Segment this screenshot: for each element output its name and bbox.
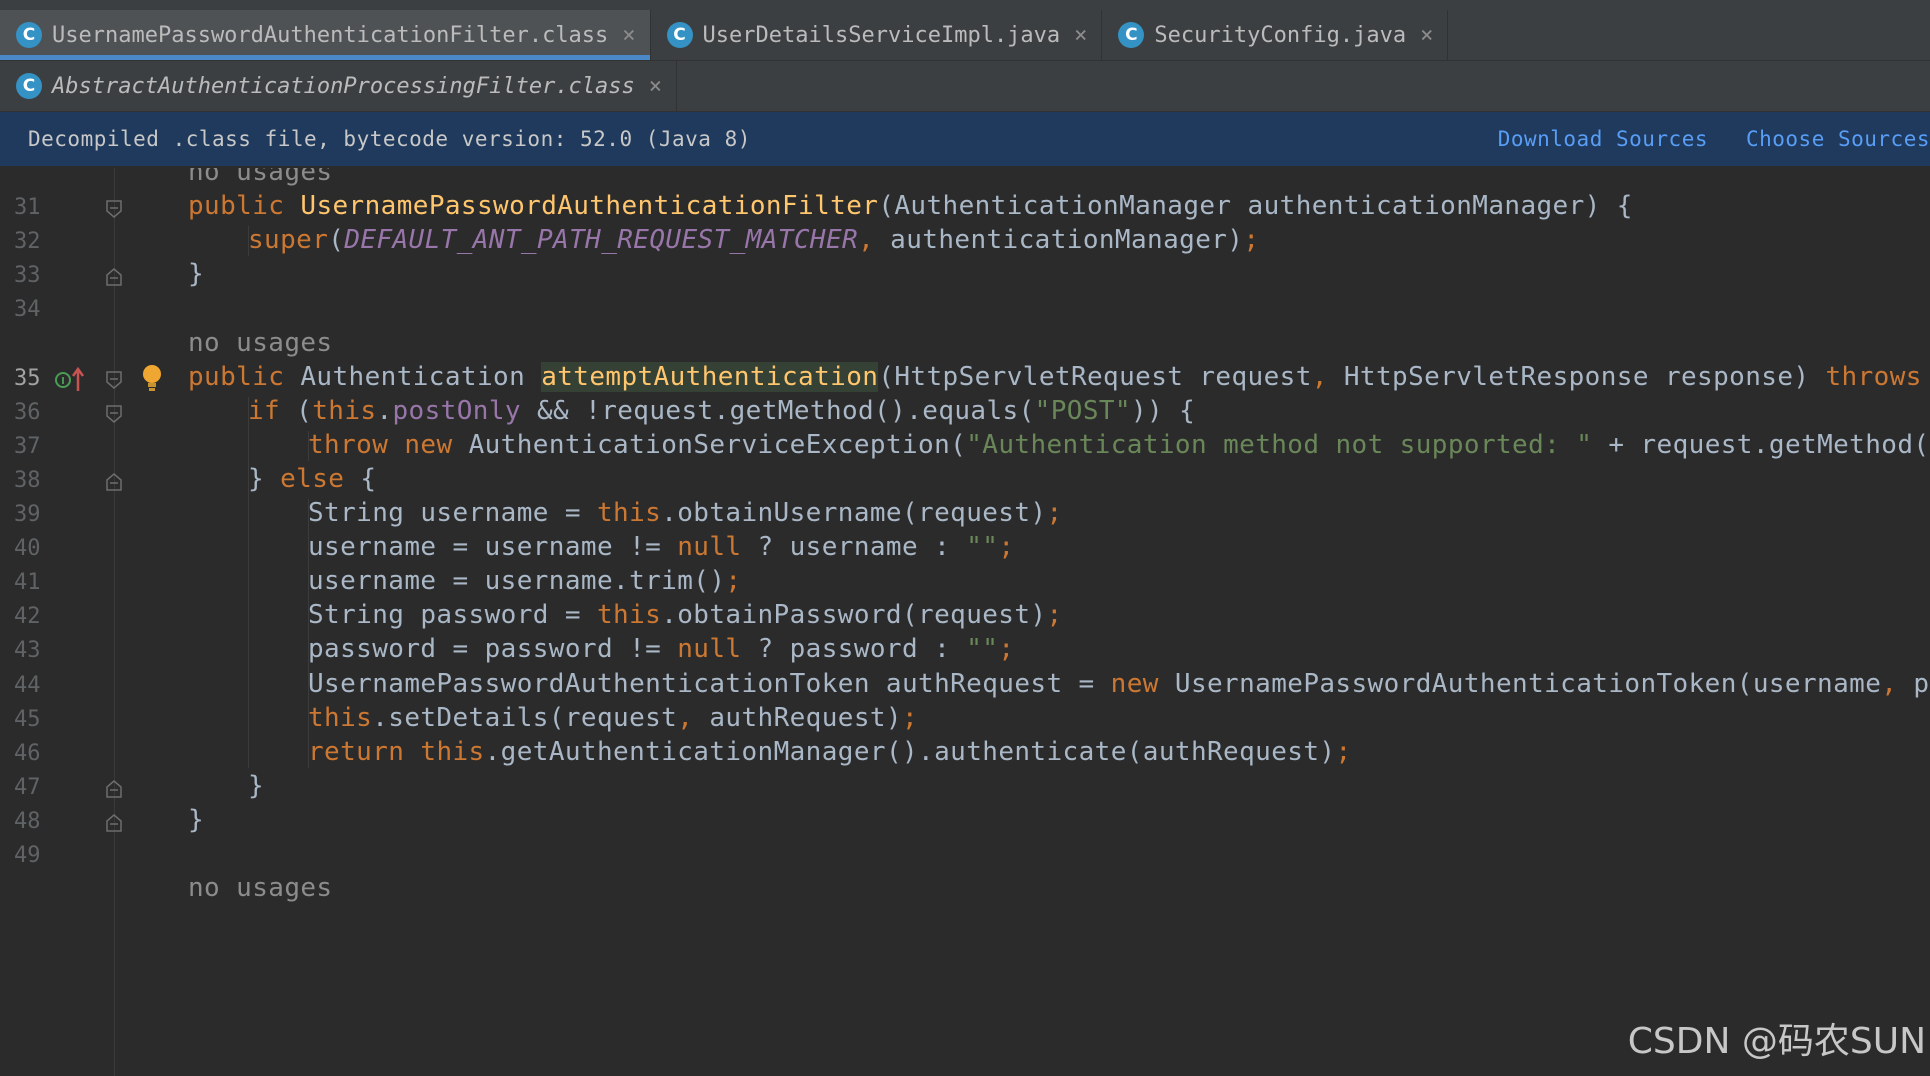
fold-end-icon[interactable] [106, 779, 122, 798]
fold-collapse-icon[interactable] [106, 370, 122, 389]
code-text: super(DEFAULT_ANT_PATH_REQUEST_MATCHER, … [248, 225, 1260, 256]
line-number: 33 [14, 263, 41, 289]
usages-hint: no usages [188, 168, 333, 187]
lightbulb-icon[interactable] [141, 363, 163, 393]
close-icon[interactable]: × [622, 23, 635, 48]
line-number: 41 [14, 570, 41, 596]
code-text: } [188, 259, 205, 290]
line-number: 31 [14, 195, 41, 221]
line-number: 46 [14, 740, 41, 766]
close-icon[interactable]: × [1074, 23, 1087, 48]
line-number: 42 [14, 604, 41, 630]
class-file-icon: C [16, 22, 42, 48]
line-number: 39 [14, 502, 41, 527]
tab-securityconfig-java[interactable]: C SecurityConfig.java × [1102, 10, 1449, 60]
watermark: CSDN @码农SUN [1627, 1021, 1926, 1062]
line-number: 45 [14, 706, 41, 732]
code-text: } [188, 804, 205, 835]
banner-text: Decompiled .class file, bytecode version… [28, 127, 751, 151]
window-top-strip [0, 0, 1930, 10]
usages-hint: no usages [188, 327, 333, 358]
close-icon[interactable]: × [649, 74, 662, 99]
editor-tab-bar-row2: C AbstractAuthenticationProcessingFilter.… [0, 61, 1930, 112]
code-text: UsernamePasswordAuthenticationToken auth… [308, 668, 1930, 699]
usages-hint: no usages [188, 873, 333, 904]
code-text: public Authentication attemptAuthenticat… [188, 361, 1922, 392]
class-file-icon: C [666, 22, 693, 48]
svg-text:I: I [61, 376, 65, 387]
tab-label: UserDetailsServiceImpl.java [702, 22, 1061, 48]
code-text: String password = this.obtainPassword(re… [308, 600, 1063, 631]
close-icon[interactable]: × [1420, 23, 1433, 48]
tab-label: AbstractAuthenticationProcessingFilter.c… [52, 73, 635, 99]
code-text: username = username != null ? username :… [308, 532, 1015, 563]
line-number: 48 [14, 808, 41, 834]
tab-abstractauthenticationprocessingfilter-class[interactable]: C AbstractAuthenticationProcessingFilter.… [0, 61, 678, 111]
code-line[interactable]: no usages [0, 870, 1930, 912]
code-text: password = password != null ? password :… [308, 634, 1015, 665]
line-number: 43 [14, 638, 41, 664]
line-number: 37 [14, 433, 41, 459]
line-number: 36 [14, 399, 41, 425]
override-marker-icon[interactable]: I [54, 366, 88, 393]
decompiled-banner: Decompiled .class file, bytecode version… [0, 112, 1930, 166]
fold-end-icon[interactable] [106, 813, 122, 832]
choose-sources-link[interactable]: Choose Sources [1746, 127, 1930, 151]
code-text: } else { [248, 463, 377, 494]
tab-label: UsernamePasswordAuthenticationFilter.cla… [52, 22, 609, 48]
indent-guide [248, 396, 249, 768]
code-text: username = username.trim(); [308, 566, 742, 597]
line-number: 49 [14, 843, 41, 868]
tab-label: SecurityConfig.java [1154, 22, 1407, 48]
code-text: } [248, 770, 265, 801]
download-sources-link[interactable]: Download Sources [1498, 127, 1708, 151]
fold-collapse-icon[interactable] [106, 200, 122, 219]
class-file-icon: C [16, 73, 42, 99]
code-text: return this.getAuthenticationManager().a… [308, 736, 1352, 767]
code-text: if (this.postOnly && !request.getMethod(… [248, 395, 1196, 426]
line-number: 32 [14, 229, 41, 255]
line-number: 38 [14, 467, 41, 493]
indent-guide [308, 430, 309, 461]
indent-guide [308, 499, 309, 768]
code-text: String username = this.obtainUsername(re… [308, 498, 1063, 528]
fold-collapse-icon[interactable] [106, 404, 122, 423]
code-text: throw new AuthenticationServiceException… [308, 429, 1930, 460]
editor-tab-bar-row1: C UsernamePasswordAuthenticationFilter.cl… [0, 10, 1930, 61]
tab-usernamepasswordauthenticationfilter-class[interactable]: C UsernamePasswordAuthenticationFilter.cl… [0, 10, 651, 60]
line-number: 44 [14, 672, 41, 698]
line-number: 35 [14, 365, 41, 391]
code-editor[interactable]: no usages 31 public UsernamePasswordAuthen… [0, 168, 1930, 1076]
fold-end-icon[interactable] [106, 268, 122, 287]
code-text: public UsernamePasswordAuthenticationFil… [188, 191, 1633, 222]
fold-end-icon[interactable] [106, 472, 122, 491]
indent-guide [248, 226, 249, 257]
code-text: this.setDetails(request, authRequest); [308, 702, 919, 733]
tab-userdetailsserviceimpl-java[interactable]: C UserDetailsServiceImpl.java × [651, 10, 1103, 60]
line-number: 34 [14, 297, 41, 323]
line-number: 40 [14, 536, 41, 562]
line-number: 47 [14, 774, 41, 800]
class-file-icon: C [1118, 22, 1145, 48]
